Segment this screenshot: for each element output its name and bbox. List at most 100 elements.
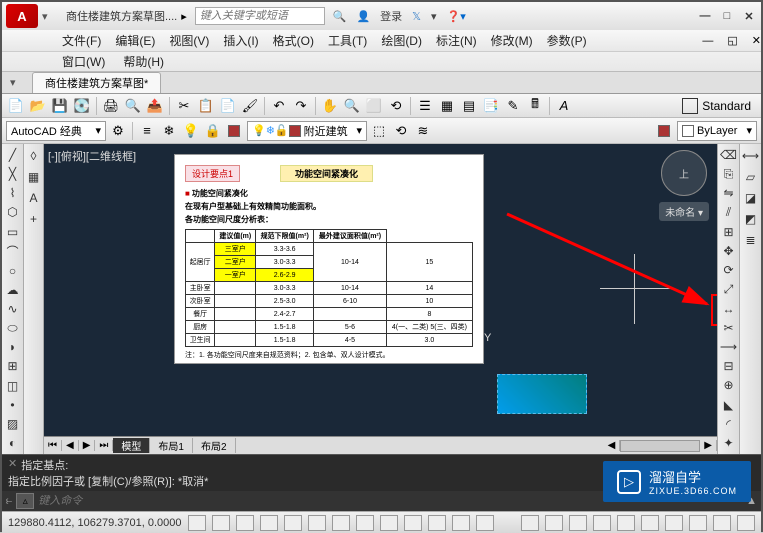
layer-previous-icon[interactable]: ⟲ — [391, 121, 411, 141]
hscroll-bar[interactable] — [620, 440, 700, 452]
fillet-icon[interactable]: ◜ — [720, 416, 738, 432]
zoom-realtime-icon[interactable]: 🔍 — [342, 96, 362, 116]
polygon-icon[interactable]: ⬡ — [4, 204, 22, 220]
color-combo[interactable]: ByLayer — [677, 121, 757, 141]
undo-icon[interactable]: ↶ — [269, 96, 289, 116]
erase-icon[interactable]: ⌫ — [720, 147, 738, 163]
tab-nav-first-icon[interactable]: ⏮ — [44, 440, 62, 451]
app-logo[interactable]: A — [6, 4, 38, 28]
clean-screen-icon[interactable] — [737, 515, 755, 531]
rectangle-icon[interactable]: ▭ — [4, 224, 22, 240]
polyline-icon[interactable]: ⌇ — [4, 185, 22, 201]
tab-layout2[interactable]: 布局2 — [193, 438, 236, 453]
copy-object-icon[interactable]: ⎘ — [720, 166, 738, 182]
lock-ui-icon[interactable] — [665, 515, 683, 531]
grid-mode-icon[interactable] — [212, 515, 230, 531]
move-icon[interactable]: ✥ — [720, 243, 738, 259]
hscroll-right-icon[interactable]: ▶ — [700, 440, 717, 451]
ortho-mode-icon[interactable] — [236, 515, 254, 531]
bring-front-icon[interactable]: ◪ — [742, 189, 760, 207]
markup-icon[interactable]: ✎ — [503, 96, 523, 116]
text-style-icon[interactable]: A — [554, 96, 574, 116]
tab-model[interactable]: 模型 — [113, 438, 150, 453]
view-unnamed-button[interactable]: 未命名 ▾ — [659, 202, 709, 221]
tab-nav-last-icon[interactable]: ⏭ — [95, 440, 113, 451]
new-icon[interactable]: 📄 — [6, 96, 26, 116]
dyn-mode-icon[interactable] — [380, 515, 398, 531]
search-input[interactable] — [195, 7, 325, 25]
menu-dimension[interactable]: 标注(N) — [436, 32, 477, 49]
menu-insert[interactable]: 插入(I) — [223, 32, 258, 49]
properties-icon[interactable]: ☰ — [415, 96, 435, 116]
otrack-mode-icon[interactable] — [332, 515, 350, 531]
file-tab-active[interactable]: 商住楼建筑方案草图* — [32, 72, 161, 93]
publish-icon[interactable]: 📤 — [145, 96, 165, 116]
menu-modify[interactable]: 修改(M) — [491, 32, 533, 49]
coords-display[interactable]: 129880.4112, 106279.3701, 0.0000 — [8, 517, 182, 529]
cmd-prompt-icon[interactable]: ▵ — [16, 493, 34, 509]
copy-icon[interactable]: 📋 — [196, 96, 216, 116]
layer-properties-icon[interactable]: ≡ — [137, 121, 157, 141]
help-dropdown-icon[interactable]: ❓▾ — [447, 10, 466, 23]
layer-freeze-icon[interactable]: ❄ — [159, 121, 179, 141]
menu-edit[interactable]: 编辑(E) — [115, 32, 155, 49]
mtext-icon[interactable]: A — [25, 189, 43, 207]
preview-icon[interactable]: 🔍 — [123, 96, 143, 116]
workspace-combo[interactable]: AutoCAD 经典 — [6, 121, 106, 141]
toolpalette-icon[interactable]: ▤ — [459, 96, 479, 116]
save-icon[interactable]: 💾 — [50, 96, 70, 116]
3dosnap-mode-icon[interactable] — [308, 515, 326, 531]
redo-icon[interactable]: ↷ — [291, 96, 311, 116]
search-icon[interactable]: 🔍 — [333, 10, 347, 23]
revcloud-icon[interactable]: ☁ — [4, 282, 22, 298]
menu-file[interactable]: 文件(F) — [62, 32, 101, 49]
menu-draw[interactable]: 绘图(D) — [381, 32, 422, 49]
quickview-drawings-icon[interactable] — [569, 515, 587, 531]
workspace-icon[interactable] — [641, 515, 659, 531]
scale-icon[interactable]: ⤢ — [720, 281, 738, 297]
menu-parametric[interactable]: 参数(P) — [547, 32, 587, 49]
menu-format[interactable]: 格式(O) — [273, 32, 314, 49]
close-button[interactable]: ✕ — [741, 10, 757, 23]
hscroll-left-icon[interactable]: ◀ — [604, 440, 621, 451]
viewport-label[interactable]: [-][俯视][二维线框] — [48, 148, 136, 164]
circle-icon[interactable]: ○ — [4, 263, 22, 279]
maximize-button[interactable]: □ — [719, 10, 735, 23]
menu-window-restore-icon[interactable]: ◱ — [727, 34, 737, 47]
polar-mode-icon[interactable] — [260, 515, 278, 531]
menu-window[interactable]: 窗口(W) — [62, 53, 105, 70]
arc-icon[interactable]: ⌒ — [4, 243, 22, 260]
offset-icon[interactable]: ⫽ — [720, 205, 738, 221]
open-icon[interactable]: 📂 — [28, 96, 48, 116]
insert-block-icon[interactable]: ⊞ — [4, 358, 22, 374]
layer-state-icon[interactable]: ⬚ — [369, 121, 389, 141]
array-icon[interactable]: ⊞ — [720, 224, 738, 240]
annotation-scale-icon[interactable] — [593, 515, 611, 531]
pan-icon[interactable]: ✋ — [320, 96, 340, 116]
region-icon[interactable]: ◊ — [25, 147, 43, 165]
signin-icon[interactable]: 👤 — [356, 10, 370, 23]
embedded-ole-image[interactable]: 设计要点1 功能空间紧凑化 功能空间紧凑化 在现有户型基础上有效精简功能面积。 … — [174, 154, 484, 364]
model-space-icon[interactable] — [521, 515, 539, 531]
zoom-window-icon[interactable]: ⬜ — [364, 96, 384, 116]
measure-dist-icon[interactable]: ⟷ — [742, 147, 760, 165]
sc-mode-icon[interactable] — [476, 515, 494, 531]
tab-nav-next-icon[interactable]: ▶ — [79, 440, 96, 451]
sheetset-icon[interactable]: 📑 — [481, 96, 501, 116]
layer-match-icon[interactable]: ≋ — [413, 121, 433, 141]
draworder-icon[interactable]: ≣ — [742, 231, 760, 249]
qp-mode-icon[interactable] — [452, 515, 470, 531]
minimize-button[interactable]: — — [697, 10, 713, 23]
menu-tools[interactable]: 工具(T) — [328, 32, 367, 49]
stretch-icon[interactable]: ↔ — [720, 301, 738, 317]
measure-area-icon[interactable]: ▱ — [742, 168, 760, 186]
osnap-mode-icon[interactable] — [284, 515, 302, 531]
ellipse-arc-icon[interactable]: ◗ — [4, 339, 22, 355]
menu-help[interactable]: 帮助(H) — [123, 53, 164, 70]
exchange-dropdown-icon[interactable]: ▾ — [431, 10, 437, 23]
paste-icon[interactable]: 📄 — [218, 96, 238, 116]
layer-lock-icon[interactable]: 🔒 — [203, 121, 223, 141]
construction-line-icon[interactable]: ╳ — [4, 166, 22, 182]
file-tab-list-icon[interactable]: ▾ — [10, 76, 16, 89]
layer-off-icon[interactable]: 💡 — [181, 121, 201, 141]
